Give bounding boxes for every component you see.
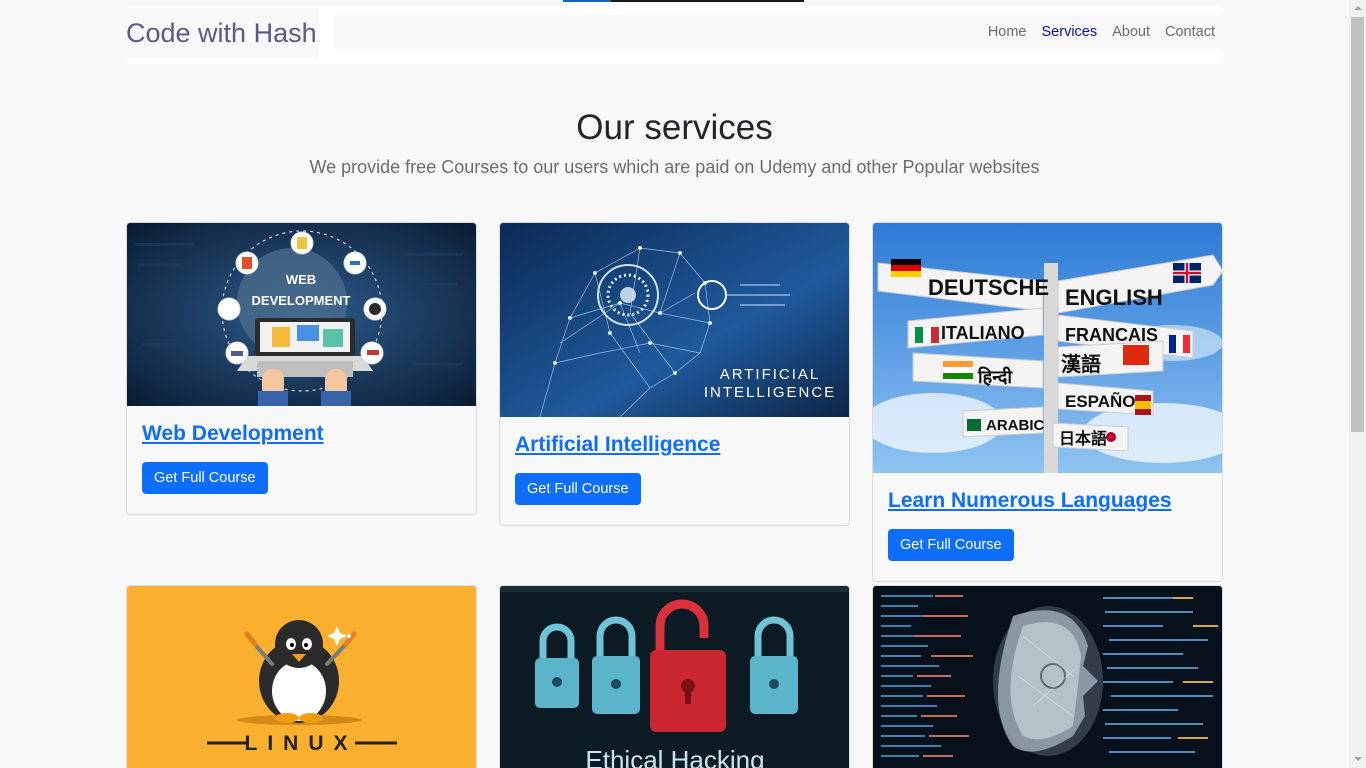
languages-course-button[interactable]: Get Full Course xyxy=(888,529,1014,561)
artificial-intelligence-title-link[interactable]: Artificial Intelligence xyxy=(515,433,720,457)
ai-image-label-2: INTELLIGENCE xyxy=(704,384,836,401)
sign-japanese: 日本語 xyxy=(1059,429,1107,448)
nav-links: Home Services About Contact xyxy=(334,15,1223,49)
ai-image-label-1: ARTIFICIAL xyxy=(720,366,821,383)
brand-logo[interactable]: Code with Hash xyxy=(126,8,319,58)
web-development-course-button[interactable]: Get Full Course xyxy=(142,462,268,494)
languages-image: DEUTSCHE ENGLISH ITALIANO FRANCAIS हिन्द… xyxy=(873,223,1222,473)
ethical-hacking-image: Ethical Hacking xyxy=(500,586,849,768)
web-dev-image-label-1: WEB xyxy=(286,272,316,287)
sign-arabic: ARABIC xyxy=(986,417,1044,434)
web-dev-image-label-2: DEVELOPMENT xyxy=(252,293,351,308)
web-development-image: WEB DEVELOPMENT xyxy=(127,223,476,406)
sign-chinese: 漢語 xyxy=(1061,352,1101,376)
machine-learning-image xyxy=(873,586,1222,768)
scrollbar-thumb[interactable] xyxy=(1351,17,1364,432)
web-development-card-body: Web Development Get Full Course xyxy=(127,406,476,509)
sign-hindi: हिन्दी xyxy=(977,366,1013,387)
scroll-down-arrow-icon[interactable] xyxy=(1349,751,1366,768)
linux-image-label: LINUX xyxy=(245,732,358,755)
page-load-progress-fill xyxy=(563,0,611,2)
service-card-languages: DEUTSCHE ENGLISH ITALIANO FRANCAIS हिन्द… xyxy=(872,222,1223,582)
navbar: Code with Hash Home Services About Conta… xyxy=(126,6,1223,64)
scroll-up-arrow-icon[interactable] xyxy=(1349,0,1366,17)
sign-espanol: ESPAÑOL xyxy=(1065,391,1146,411)
page-scrollbar[interactable] xyxy=(1349,0,1366,768)
artificial-intelligence-card-body: Artificial Intelligence Get Full Course xyxy=(500,417,849,520)
artificial-intelligence-course-button[interactable]: Get Full Course xyxy=(515,473,641,505)
service-card-web-development: WEB DEVELOPMENT Web Development Get Full… xyxy=(126,222,477,515)
sign-english: ENGLISH xyxy=(1065,285,1163,310)
languages-title-link[interactable]: Learn Numerous Languages xyxy=(888,489,1172,513)
nav-home-link[interactable]: Home xyxy=(988,24,1027,40)
nav-about-link[interactable]: About xyxy=(1112,24,1150,40)
ethical-hacking-image-label: Ethical Hacking xyxy=(585,745,764,768)
sign-italiano: ITALIANO xyxy=(941,323,1025,343)
languages-card-body: Learn Numerous Languages Get Full Course xyxy=(873,473,1222,576)
linux-image: LINUX xyxy=(127,586,476,768)
nav-contact-link[interactable]: Contact xyxy=(1165,24,1215,40)
service-card-ethical-hacking: Ethical Hacking xyxy=(499,585,850,768)
service-card-artificial-intelligence: ARTIFICIAL INTELLIGENCE Artificial Intel… xyxy=(499,222,850,526)
section-subtitle: We provide free Courses to our users whi… xyxy=(309,157,1040,177)
nav-services-link[interactable]: Services xyxy=(1042,24,1098,40)
service-card-machine-learning xyxy=(872,585,1223,768)
artificial-intelligence-image: ARTIFICIAL INTELLIGENCE xyxy=(500,223,849,417)
page-load-progress xyxy=(563,0,804,2)
section-title: Our services xyxy=(576,108,773,147)
sign-deutsche: DEUTSCHE xyxy=(928,275,1049,300)
service-card-linux: LINUX xyxy=(126,585,477,768)
web-development-title-link[interactable]: Web Development xyxy=(142,422,324,446)
